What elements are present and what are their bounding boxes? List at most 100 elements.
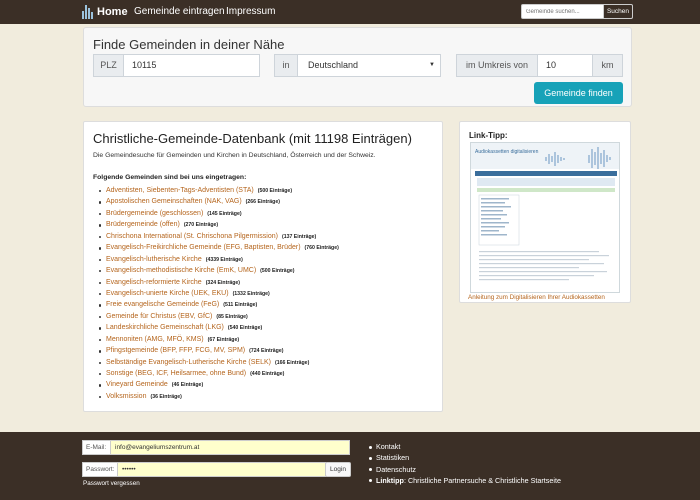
database-title: Christliche-Gemeinde-Datenbank (mit 1119… xyxy=(93,131,412,146)
image-heading: Audiokassetten digitalisieren xyxy=(475,149,539,155)
denomination-list: Adventisten, Siebenten-Tags-Adventisten … xyxy=(99,185,339,402)
nav-search-button[interactable]: Suchen xyxy=(603,4,633,19)
list-item: Brüdergemeinde (offen) (270 Einträge) xyxy=(99,219,339,230)
find-gemeinde-button[interactable]: Gemeinde finden xyxy=(534,82,623,104)
list-item: Chrischona International (St. Chrischona… xyxy=(99,231,339,242)
denomination-link[interactable]: Volksmission xyxy=(106,393,146,400)
entry-count: (85 Einträge) xyxy=(216,313,248,320)
denomination-link[interactable]: Evangelisch-reformierte Kirche xyxy=(106,279,202,286)
entry-count: (36 Einträge) xyxy=(150,393,182,400)
nav-link-impressum[interactable]: Impressum xyxy=(226,6,275,17)
entry-count: (67 Einträge) xyxy=(207,336,240,343)
link-tip-title: Link-Tipp: xyxy=(469,131,508,140)
search-title: Finde Gemeinden in deiner Nähe xyxy=(93,37,285,52)
country-value: Deutschland xyxy=(308,60,359,70)
plz-input[interactable]: 10115 xyxy=(123,54,260,77)
entry-count: (1332 Einträge) xyxy=(232,290,270,297)
email-label: E-Mail: xyxy=(82,440,111,455)
footer-link-kontakt[interactable]: Kontakt xyxy=(369,441,561,452)
search-panel: Finde Gemeinden in deiner Nähe PLZ 10115… xyxy=(83,27,632,107)
entry-count: (266 Einträge) xyxy=(245,199,280,206)
nav-link-gemeinde-eintragen[interactable]: Gemeinde eintragen xyxy=(134,6,225,17)
website-screenshot-image: Audiokassetten digitalisieren xyxy=(471,143,619,281)
navbar: Home Gemeinde eintragen Impressum Suchen xyxy=(0,0,700,24)
list-item: Pfingstgemeinde (BFP, FFP, FCG, MV, SPM)… xyxy=(99,345,339,356)
denomination-link[interactable]: Evangelisch-methodistische Kirche (EmK, … xyxy=(106,267,256,274)
footer-link-statistiken[interactable]: Statistiken xyxy=(369,452,561,463)
forgot-password-link[interactable]: Passwort vergessen xyxy=(83,480,140,487)
chevron-down-icon: ▼ xyxy=(429,62,435,68)
password-input[interactable]: •••••• xyxy=(117,462,326,477)
brand-label: Home xyxy=(97,6,128,18)
entry-count: (270 Einträge) xyxy=(183,222,219,229)
link-tip-caption[interactable]: Anleitung zum Digitalisieren Ihrer Audio… xyxy=(468,294,605,301)
entry-count: (440 Einträge) xyxy=(250,371,285,377)
list-heading: Folgende Gemeinden sind bei uns eingetra… xyxy=(93,174,247,181)
database-panel: Christliche-Gemeinde-Datenbank (mit 1119… xyxy=(83,121,443,412)
database-description: Die Gemeindesuche für Gemeinden und Kirc… xyxy=(93,152,376,159)
denomination-link[interactable]: Evangelisch-unierte Kirche (UEK, EKU) xyxy=(106,290,229,297)
entry-count: (324 Einträge) xyxy=(205,279,241,286)
list-item: Evangelisch-Freikirchliche Gemeinde (EFG… xyxy=(99,242,339,253)
entry-count: (724 Einträge) xyxy=(249,348,284,355)
entry-count: (46 Einträge) xyxy=(171,382,204,389)
list-item: Evangelisch-lutherische Kirche (4339 Eint… xyxy=(99,254,339,265)
denomination-link[interactable]: Selbständige Evangelisch-Lutherische Kir… xyxy=(106,359,271,366)
denomination-link[interactable]: Freie evangelische Gemeinde (FeG) xyxy=(106,301,219,308)
list-item: Landeskirchliche Gemeinschaft (LKG) (540 … xyxy=(99,322,339,333)
list-item: Adventisten, Siebenten-Tags-Adventisten … xyxy=(99,185,339,196)
entry-count: (760 Einträge) xyxy=(304,245,339,252)
entry-count: (500 Einträge) xyxy=(257,188,293,194)
denomination-link[interactable]: Apostolischen Gemeinschaften (NAK, VAG) xyxy=(106,198,242,205)
denomination-link[interactable]: Chrischona International (St. Chrischona… xyxy=(106,233,278,240)
denomination-link[interactable]: Brüdergemeinde (geschlossen) xyxy=(106,210,203,217)
list-item: Volksmission (36 Einträge) xyxy=(99,391,339,402)
denomination-link[interactable]: Vineyard Gemeinde xyxy=(106,381,168,388)
entry-count: (4339 Einträge) xyxy=(205,256,243,263)
login-button[interactable]: Login xyxy=(325,462,351,477)
list-item: Mennoniten (AMG, MFÖ, KMS) (67 Einträge) xyxy=(99,334,339,345)
denomination-link[interactable]: Sonstige (BEG, ICF, Heilsarmee, ohne Bun… xyxy=(106,370,246,377)
password-label: Passwort: xyxy=(82,462,118,477)
km-addon: km xyxy=(592,54,623,77)
denomination-link[interactable]: Gemeinde für Christus (EBV, GfC) xyxy=(106,313,212,320)
denomination-link[interactable]: Evangelisch-lutherische Kirche xyxy=(106,256,202,263)
entry-count: (540 Einträge) xyxy=(227,325,263,332)
list-item: Vineyard Gemeinde (46 Einträge) xyxy=(99,379,339,390)
list-item: Sonstige (BEG, ICF, Heilsarmee, ohne Bun… xyxy=(99,368,339,379)
list-item: Evangelisch-methodistische Kirche (EmK, … xyxy=(99,265,339,276)
plz-addon: PLZ xyxy=(93,54,124,77)
denomination-link[interactable]: Landeskirchliche Gemeinschaft (LKG) xyxy=(106,324,224,331)
denomination-link[interactable]: Evangelisch-Freikirchliche Gemeinde (EFG… xyxy=(106,244,301,251)
entry-count: (500 Einträge) xyxy=(260,268,295,275)
list-item: Freie evangelische Gemeinde (FeG) (511 Ei… xyxy=(99,299,339,310)
denomination-link[interactable]: Pfingstgemeinde (BFP, FFP, FCG, MV, SPM) xyxy=(106,347,245,354)
list-item: Evangelisch-unierte Kirche (UEK, EKU) (13… xyxy=(99,288,339,299)
radius-input[interactable]: 10 xyxy=(537,54,593,77)
denomination-link[interactable]: Brüdergemeinde (offen) xyxy=(106,221,180,228)
linktipp-label: Linktipp xyxy=(376,475,404,485)
denomination-link[interactable]: Adventisten, Siebenten-Tags-Adventisten … xyxy=(106,187,254,194)
entry-count: (511 Einträge) xyxy=(223,302,258,309)
entry-count: (145 Einträge) xyxy=(207,210,242,217)
entry-count: (166 Einträge) xyxy=(274,359,310,366)
footer: E-Mail: info@evangeliumszentrum.at Passw… xyxy=(0,432,700,500)
in-addon: in xyxy=(274,54,298,77)
home-link[interactable]: Home xyxy=(82,3,128,21)
linktipp-text[interactable]: : Christliche Partnersuche & Christliche… xyxy=(404,476,561,485)
footer-link-datenschutz[interactable]: Datenschutz xyxy=(369,464,561,475)
list-item: Gemeinde für Christus (EBV, GfC) (85 Eint… xyxy=(99,311,339,322)
list-item: Brüdergemeinde (geschlossen) (145 Einträg… xyxy=(99,208,339,219)
country-select[interactable]: Deutschland ▼ xyxy=(297,54,441,77)
list-item: Apostolischen Gemeinschaften (NAK, VAG)(… xyxy=(99,196,339,207)
denomination-link[interactable]: Mennoniten (AMG, MFÖ, KMS) xyxy=(106,336,204,343)
church-logo-icon xyxy=(82,5,93,19)
footer-linktipp: Linktipp: Christliche Partnersuche & Chr… xyxy=(369,475,561,486)
footer-links: Kontakt Statistiken Datenschutz Linktipp… xyxy=(369,441,561,486)
email-input[interactable]: info@evangeliumszentrum.at xyxy=(110,440,350,455)
nav-search-input[interactable] xyxy=(521,4,604,19)
radius-addon: im Umkreis von xyxy=(456,54,538,77)
list-item: Selbständige Evangelisch-Lutherische Kir… xyxy=(99,357,339,368)
entry-count: (137 Einträge) xyxy=(281,233,317,240)
link-tip-thumbnail[interactable]: Audiokassetten digitalisieren xyxy=(470,142,620,293)
